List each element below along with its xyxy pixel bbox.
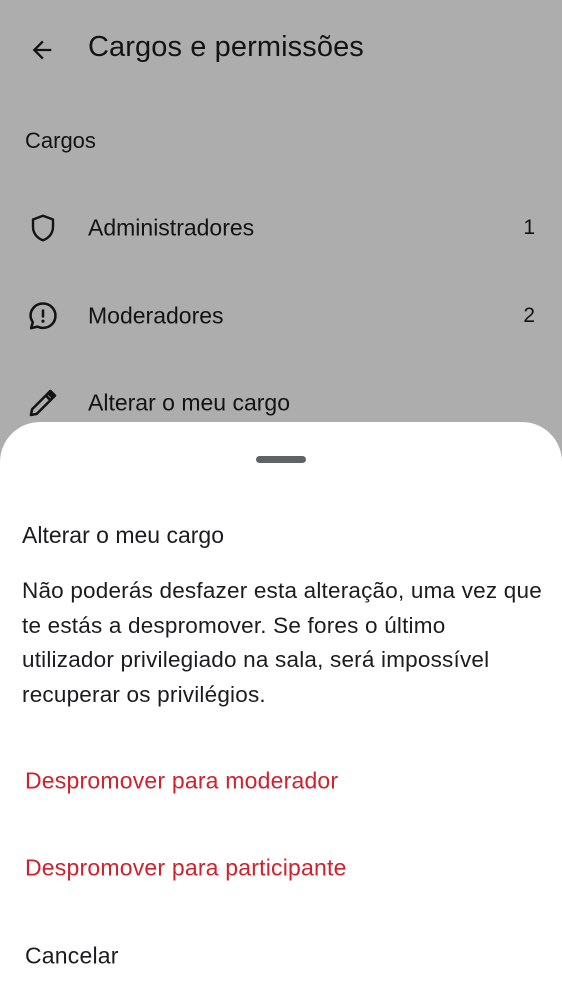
demote-to-moderator-button[interactable]: Despromover para moderador	[0, 738, 562, 824]
demote-to-participant-button[interactable]: Despromover para participante	[0, 825, 562, 911]
action-label: Despromover para participante	[25, 854, 347, 881]
bottom-sheet: Alterar o meu cargo Não poderás desfazer…	[0, 422, 562, 1000]
cancel-button[interactable]: Cancelar	[0, 913, 562, 999]
action-label: Despromover para moderador	[25, 767, 339, 794]
sheet-title: Alterar o meu cargo	[22, 522, 224, 548]
action-label: Cancelar	[25, 942, 119, 969]
sheet-description: Não poderás desfazer esta alteração, uma…	[22, 578, 542, 707]
drag-handle[interactable]	[256, 456, 306, 463]
